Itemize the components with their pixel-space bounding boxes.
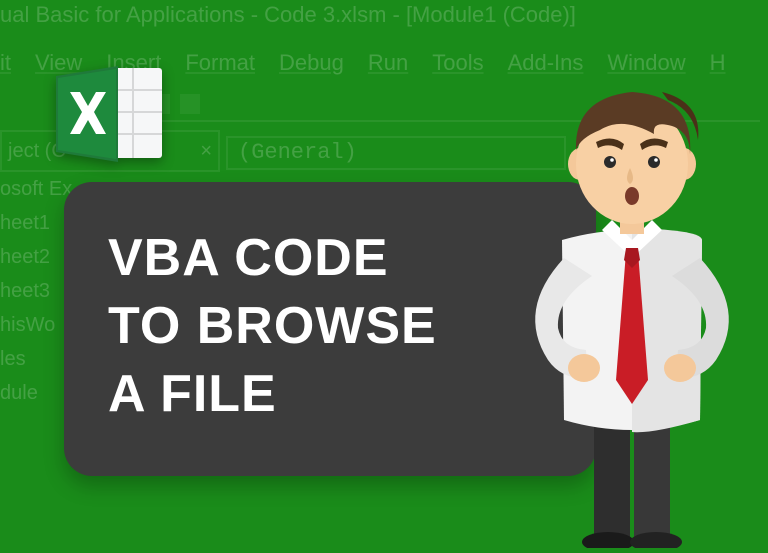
bg-menu-item: Run bbox=[368, 50, 408, 76]
bg-menu-item: Debug bbox=[279, 50, 344, 76]
excel-icon bbox=[56, 62, 166, 166]
bg-menu-item: H bbox=[710, 50, 726, 76]
bg-menu-item: Add-Ins bbox=[508, 50, 584, 76]
bg-menu-item: it bbox=[0, 50, 11, 76]
headline-text: VBA CODE TO BROWSE A FILE bbox=[108, 224, 552, 428]
bg-menu-item: Window bbox=[607, 50, 685, 76]
bg-tree-close: × bbox=[200, 134, 212, 168]
cartoon-businessman-icon bbox=[502, 80, 762, 548]
bg-menu-item: Tools bbox=[432, 50, 483, 76]
bg-window-title: ual Basic for Applications - Code 3.xlsm… bbox=[0, 2, 576, 28]
bg-menu-item: Format bbox=[185, 50, 255, 76]
